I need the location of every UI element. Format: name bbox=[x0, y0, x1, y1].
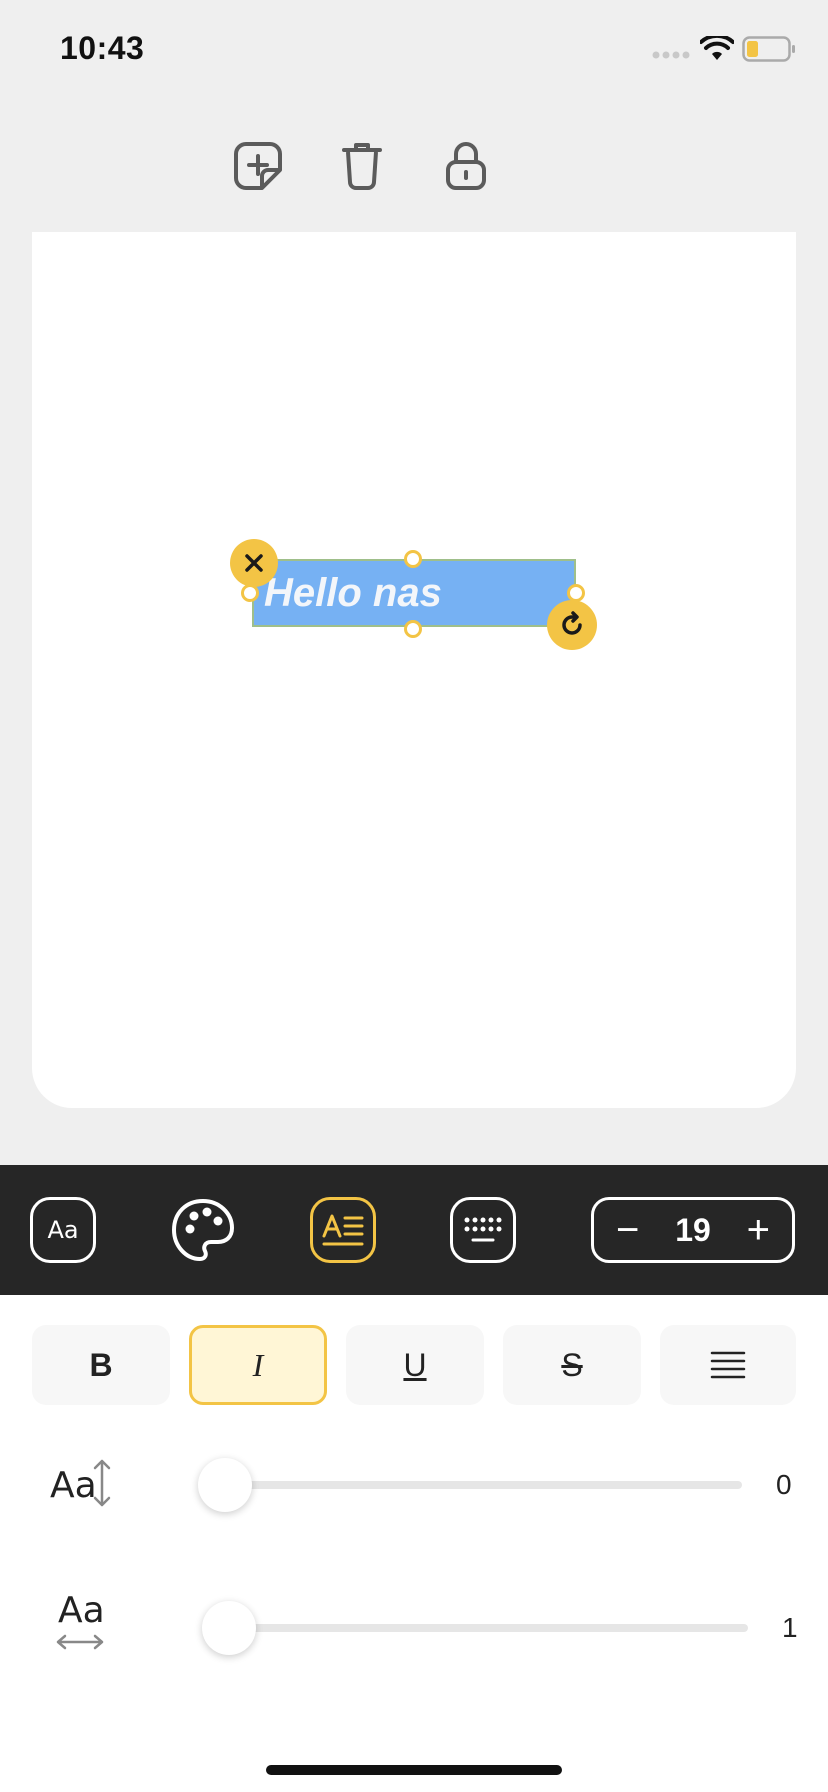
strikethrough-label: S bbox=[561, 1346, 583, 1383]
add-sticker-icon bbox=[234, 142, 282, 190]
style-panel: B I U S Aa 0 Aa 1 bbox=[0, 1295, 828, 1792]
rotate-icon bbox=[562, 611, 582, 635]
underline-label: U bbox=[403, 1346, 427, 1383]
trash-icon bbox=[342, 143, 382, 190]
resize-handle-bottom[interactable] bbox=[404, 620, 422, 638]
battery-icon bbox=[742, 36, 795, 62]
letter-spacing-thumb[interactable] bbox=[202, 1601, 256, 1655]
delete-button[interactable] bbox=[336, 140, 388, 192]
lock-icon bbox=[446, 142, 486, 190]
rotate-element-button[interactable] bbox=[547, 600, 597, 650]
text-style-icon bbox=[322, 1214, 364, 1246]
text-color-tab[interactable] bbox=[170, 1197, 236, 1263]
bold-label: B bbox=[89, 1346, 113, 1383]
line-spacing-row: Aa 0 bbox=[0, 1445, 828, 1525]
font-family-tab[interactable]: Aa bbox=[30, 1197, 96, 1263]
letter-spacing-icon bbox=[56, 1634, 104, 1650]
italic-label: I bbox=[252, 1346, 264, 1383]
font-family-label: Aa bbox=[47, 1216, 79, 1244]
line-spacing-value: 0 bbox=[776, 1469, 792, 1500]
line-spacing-label: Aa bbox=[50, 1465, 97, 1506]
wifi-icon bbox=[700, 36, 734, 60]
line-height-icon bbox=[93, 1459, 111, 1507]
add-sticker-button[interactable] bbox=[232, 140, 284, 192]
keyboard-tab[interactable] bbox=[450, 1197, 516, 1263]
cellular-signal-icon bbox=[652, 51, 690, 59]
text-style-tab[interactable] bbox=[310, 1197, 376, 1263]
lock-button[interactable] bbox=[440, 140, 492, 192]
text-element-content: Hello nas bbox=[264, 571, 442, 615]
strikethrough-button[interactable]: S bbox=[503, 1325, 641, 1405]
home-indicator bbox=[266, 1765, 562, 1775]
font-size-decrease-button[interactable]: − bbox=[616, 1210, 639, 1250]
font-size-stepper: − 19 + bbox=[591, 1197, 795, 1263]
letter-spacing-value: 1 bbox=[782, 1612, 798, 1643]
align-justify-button[interactable] bbox=[660, 1325, 796, 1405]
status-bar: 10:43 bbox=[0, 0, 828, 100]
bold-button[interactable]: B bbox=[32, 1325, 170, 1405]
text-element[interactable]: Hello nas bbox=[252, 559, 576, 627]
remove-element-button[interactable] bbox=[230, 539, 278, 587]
italic-button[interactable]: I bbox=[189, 1325, 327, 1405]
line-spacing-thumb[interactable] bbox=[198, 1458, 252, 1512]
letter-spacing-row: Aa 1 bbox=[0, 1588, 828, 1668]
align-justify-icon bbox=[710, 1351, 746, 1379]
keyboard-icon bbox=[464, 1217, 502, 1242]
letter-spacing-track[interactable] bbox=[202, 1624, 748, 1632]
editor-canvas[interactable] bbox=[32, 232, 796, 1108]
font-size-value: 19 bbox=[675, 1211, 711, 1248]
close-icon bbox=[245, 554, 263, 572]
line-spacing-track[interactable] bbox=[224, 1481, 742, 1489]
underline-button[interactable]: U bbox=[346, 1325, 484, 1405]
resize-handle-top[interactable] bbox=[404, 550, 422, 568]
format-toolbar: Aa − 19 + bbox=[0, 1165, 828, 1295]
status-time: 10:43 bbox=[60, 30, 145, 66]
font-size-increase-button[interactable]: + bbox=[747, 1210, 770, 1250]
palette-icon bbox=[172, 1199, 234, 1261]
letter-spacing-label: Aa bbox=[58, 1590, 105, 1631]
